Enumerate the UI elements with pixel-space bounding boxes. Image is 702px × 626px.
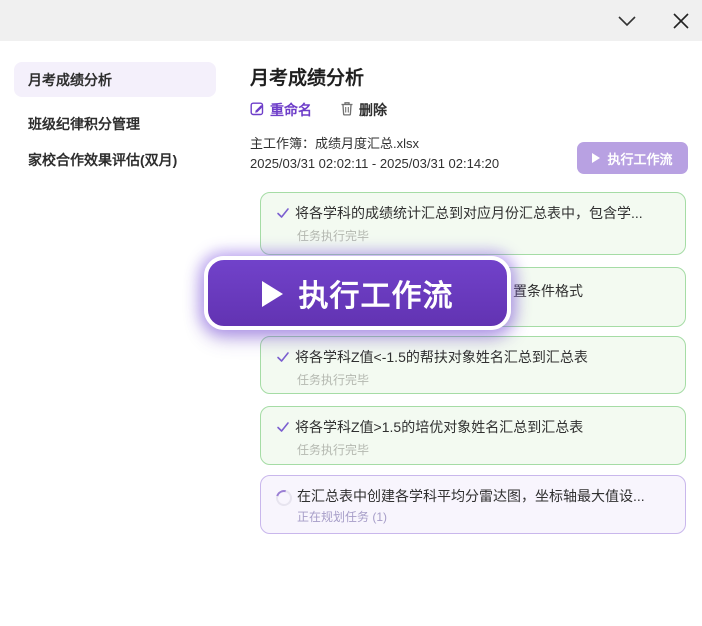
play-icon (592, 153, 600, 163)
task-text: 在汇总表中创建各学科平均分雷达图，坐标轴最大值设... (297, 487, 645, 506)
trash-icon (340, 101, 354, 119)
action-row: 重命名 删除 (250, 100, 387, 120)
window-titlebar (0, 0, 702, 41)
task-status: 正在规划任务 (1) (297, 509, 669, 525)
task-status: 任务执行完毕 (297, 228, 669, 244)
sidebar-item-label: 家校合作效果评估(双月) (28, 150, 177, 170)
check-icon (276, 420, 290, 439)
task-card[interactable]: 将各学科Z值<-1.5的帮扶对象姓名汇总到汇总表 任务执行完毕 (260, 336, 686, 394)
check-icon (276, 206, 290, 225)
sidebar-item-monthly-exam-analysis[interactable]: 月考成绩分析 (14, 62, 216, 97)
sidebar-item-label: 班级纪律积分管理 (28, 114, 140, 134)
task-text: 将各学科Z值>1.5的培优对象姓名汇总到汇总表 (295, 418, 583, 437)
run-workflow-overlay-button[interactable]: 执行工作流 (204, 256, 511, 330)
close-icon[interactable] (669, 10, 693, 32)
chevron-down-icon[interactable] (615, 10, 639, 32)
edit-icon (250, 101, 265, 119)
rename-button[interactable]: 重命名 (250, 100, 312, 120)
rename-label: 重命名 (270, 100, 312, 120)
task-card[interactable]: 将各学科的成绩统计汇总到对应月份汇总表中，包含学... 任务执行完毕 (260, 192, 686, 255)
task-text: 将各学科Z值<-1.5的帮扶对象姓名汇总到汇总表 (295, 348, 588, 367)
task-card[interactable]: 将各学科Z值>1.5的培优对象姓名汇总到汇总表 任务执行完毕 (260, 406, 686, 465)
main-workbook-label: 主工作簿：成绩月度汇总.xlsx (250, 135, 419, 153)
task-card[interactable]: 在汇总表中创建各学科平均分雷达图，坐标轴最大值设... 正在规划任务 (1) (260, 475, 686, 534)
run-workflow-button[interactable]: 执行工作流 (577, 142, 688, 174)
task-text-fragment: 置条件格式 (513, 281, 583, 301)
sidebar-item-label: 月考成绩分析 (28, 70, 112, 90)
page-title: 月考成绩分析 (250, 63, 364, 90)
play-icon (262, 281, 283, 307)
delete-label: 删除 (359, 100, 387, 120)
spinner-icon (273, 487, 295, 509)
run-workflow-overlay-label: 执行工作流 (299, 271, 454, 315)
run-workflow-label: 执行工作流 (607, 149, 672, 168)
time-range: 2025/03/31 02:02:11 - 2025/03/31 02:14:2… (250, 155, 499, 173)
task-status: 任务执行完毕 (297, 372, 669, 388)
task-status: 任务执行完毕 (297, 442, 669, 458)
sidebar-item-class-discipline-points[interactable]: 班级纪律积分管理 (14, 112, 216, 136)
sidebar-item-home-school-evaluation[interactable]: 家校合作效果评估(双月) (14, 148, 216, 172)
delete-button[interactable]: 删除 (340, 100, 387, 120)
task-text: 将各学科的成绩统计汇总到对应月份汇总表中，包含学... (295, 204, 643, 223)
check-icon (276, 350, 290, 369)
